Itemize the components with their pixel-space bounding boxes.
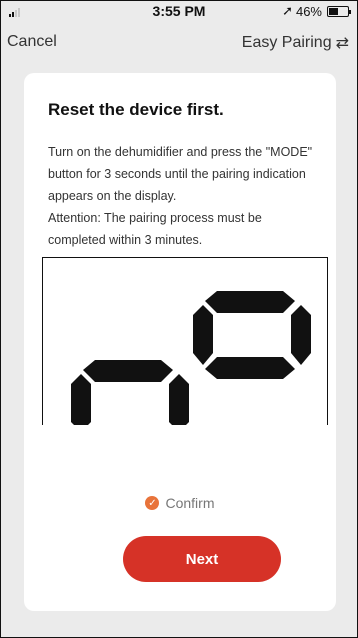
app-screen: 3:55 PM ➚ 46% Cancel Easy Pairing ⇄ Rese…: [0, 0, 358, 638]
instruction-line: completed within 3 minutes.: [48, 233, 203, 247]
instruction-line: Attention: The pairing process must be: [48, 211, 262, 225]
display-illustration: [42, 257, 328, 425]
check-circle-icon: ✓: [145, 496, 160, 510]
confirm-label: Confirm: [165, 495, 215, 511]
instruction-card: Reset the device first. Turn on the dehu…: [24, 73, 336, 611]
next-button[interactable]: Next: [123, 536, 281, 582]
instruction-line: appears on the display.: [48, 189, 177, 203]
battery-icon: [327, 5, 351, 17]
page-title: Reset the device first.: [48, 100, 224, 119]
instruction-line: Turn on the dehumidifier and press the "…: [48, 145, 313, 159]
easy-pairing-label: Easy Pairing: [241, 34, 332, 51]
location-arrow-icon: ➚: [282, 3, 293, 18]
status-bar: 3:55 PM ➚ 46%: [1, 1, 357, 21]
swap-arrows-icon: ⇄: [335, 35, 349, 52]
instruction-text: Turn on the dehumidifier and press the "…: [48, 141, 328, 251]
battery-percent: 46%: [295, 3, 322, 19]
instruction-line: button for 3 seconds until the pairing i…: [48, 167, 306, 181]
confirm-checkbox[interactable]: ✓ Confirm: [24, 495, 336, 511]
status-right-group: ➚ 46%: [282, 3, 351, 19]
easy-pairing-button[interactable]: Easy Pairing ⇄: [242, 33, 349, 53]
seven-segment-display-icon: [71, 291, 311, 425]
cancel-button[interactable]: Cancel: [7, 33, 57, 51]
